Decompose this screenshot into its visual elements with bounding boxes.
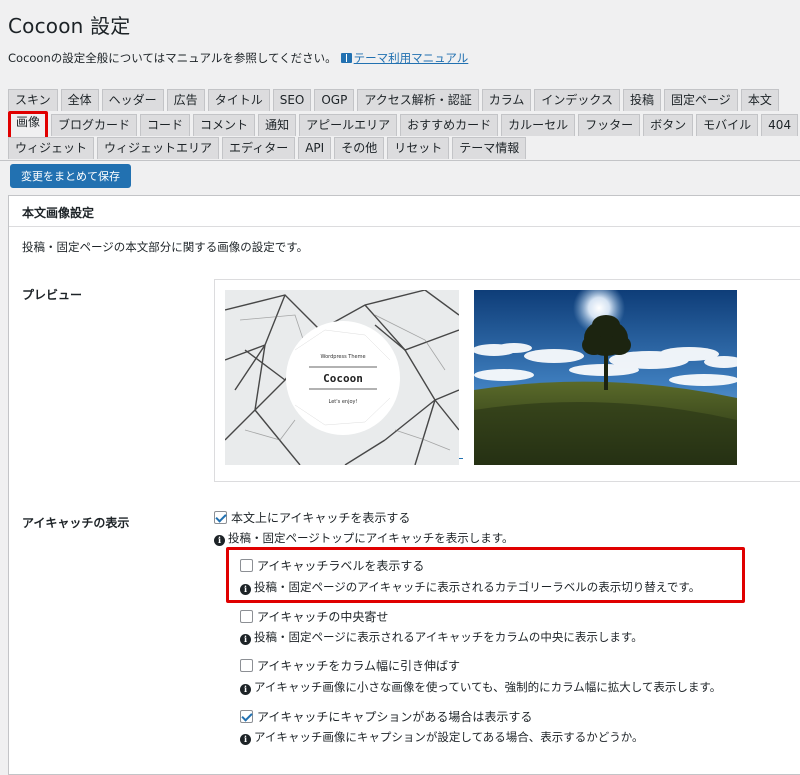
thumb-tagline: Let's enjoy! xyxy=(329,399,358,405)
preview-image-tree xyxy=(474,290,737,465)
tab-notice[interactable]: 通知 xyxy=(258,114,297,136)
tab-api[interactable]: API xyxy=(298,137,332,159)
tab-general[interactable]: 全体 xyxy=(60,89,99,111)
intro-text: Cocoonの設定全般についてはマニュアルを参照してください。 xyxy=(8,51,337,65)
tabs-row-3: ウィジェット ウィジェットエリア エディター API その他 リセット テーマ情報 xyxy=(8,137,529,159)
page-title: Cocoon 設定 xyxy=(8,14,131,38)
tab-ogp[interactable]: OGP xyxy=(314,89,355,111)
option-info-text: 投稿・固定ページトップにアイキャッチを表示します。 xyxy=(228,531,514,545)
checkbox-center-eyecatch[interactable] xyxy=(240,610,253,623)
info-icon: i xyxy=(214,535,225,546)
option-show-eyecatch[interactable]: 本文上にアイキャッチを表示する xyxy=(214,509,410,526)
tab-header[interactable]: ヘッダー xyxy=(101,89,164,111)
save-all-button[interactable]: 変更をまとめて保存 xyxy=(10,164,131,188)
network-graphic: Wordpress Theme Cocoon Let's enjoy! xyxy=(225,290,459,465)
info-icon: i xyxy=(240,734,251,745)
tab-mobile[interactable]: モバイル xyxy=(696,114,759,136)
tab-recommend[interactable]: おすすめカード xyxy=(400,114,499,136)
option-info: i 投稿・固定ページに表示されるアイキャッチをカラムの中央に表示します。 xyxy=(240,629,643,645)
tab-post[interactable]: 投稿 xyxy=(623,89,662,111)
option-info-text: アイキャッチ画像に小さな画像を使っていても、強制的にカラム幅に拡大して表示します… xyxy=(254,680,722,694)
option-label: アイキャッチにキャプションがある場合は表示する xyxy=(257,710,533,724)
tab-blogcard[interactable]: ブログカード xyxy=(51,114,138,136)
tab-appeal[interactable]: アピールエリア xyxy=(299,114,398,136)
tab-comment[interactable]: コメント xyxy=(193,114,256,136)
option-info-text: 投稿・固定ページに表示されるアイキャッチをカラムの中央に表示します。 xyxy=(254,630,643,644)
tab-widget-area[interactable]: ウィジェットエリア xyxy=(97,137,220,159)
section-divider xyxy=(9,226,800,227)
tab-column[interactable]: カラム xyxy=(481,89,532,111)
tab-editor[interactable]: エディター xyxy=(222,137,296,159)
option-label: 本文上にアイキャッチを表示する xyxy=(231,511,411,525)
option-label: アイキャッチの中央寄せ xyxy=(257,610,389,624)
tab-analytics[interactable]: アクセス解析・認証 xyxy=(357,89,479,111)
tab-skin[interactable]: スキン xyxy=(8,89,58,111)
info-icon: i xyxy=(240,684,251,695)
preview-label: プレビュー xyxy=(22,288,83,302)
eyecatch-label: アイキャッチの表示 xyxy=(22,516,130,530)
tab-button[interactable]: ボタン xyxy=(643,114,694,136)
tab-code[interactable]: コード xyxy=(140,114,191,136)
tab-title[interactable]: タイトル xyxy=(207,89,270,111)
image-link-underline xyxy=(459,458,463,459)
tree-landscape xyxy=(474,290,737,465)
checkbox-show-caption[interactable] xyxy=(240,710,253,723)
tab-other[interactable]: その他 xyxy=(334,137,385,159)
option-center-eyecatch[interactable]: アイキャッチの中央寄せ xyxy=(240,608,388,625)
tab-ads[interactable]: 広告 xyxy=(166,89,205,111)
option-stretch-eyecatch[interactable]: アイキャッチをカラム幅に引き伸ばす xyxy=(240,657,460,674)
tab-widget[interactable]: ウィジェット xyxy=(8,137,95,159)
tab-theme-info[interactable]: テーマ情報 xyxy=(452,137,527,159)
tab-footer[interactable]: フッター xyxy=(578,114,641,136)
tab-carousel[interactable]: カルーセル xyxy=(501,114,576,136)
option-show-caption[interactable]: アイキャッチにキャプションがある場合は表示する xyxy=(240,708,532,725)
tab-seo[interactable]: SEO xyxy=(272,89,312,111)
option-info: i アイキャッチ画像に小さな画像を使っていても、強制的にカラム幅に拡大して表示しま… xyxy=(240,679,721,695)
section-description: 投稿・固定ページの本文部分に関する画像の設定です。 xyxy=(22,240,309,254)
checkbox-stretch-eyecatch[interactable] xyxy=(240,659,253,672)
tab-body[interactable]: 本文 xyxy=(740,89,779,111)
tabs-row-2: 画像 ブログカード コード コメント 通知 アピールエリア おすすめカード カルーセル フッター… xyxy=(8,111,800,141)
manual-link[interactable]: テーマ利用マニュアル xyxy=(354,51,469,65)
tabs-divider xyxy=(0,160,800,161)
option-label: アイキャッチをカラム幅に引き伸ばす xyxy=(257,659,461,673)
section-title: 本文画像設定 xyxy=(22,206,95,220)
tabs-row-1: スキン 全体 ヘッダー 広告 タイトル SEO OGP アクセス解析・認証 カラム インデックス投… xyxy=(8,89,782,111)
info-icon: i xyxy=(240,634,251,645)
tab-reset[interactable]: リセット xyxy=(387,137,450,159)
tab-index[interactable]: インデックス xyxy=(534,89,621,111)
checkbox-show-eyecatch[interactable] xyxy=(214,511,227,524)
intro-line: Cocoonの設定全般についてはマニュアルを参照してください。 テーマ利用マニュア… xyxy=(8,50,468,66)
tab-page[interactable]: 固定ページ xyxy=(664,89,738,111)
option-info-text: アイキャッチ画像にキャプションが設定してある場合、表示するかどうか。 xyxy=(254,730,644,744)
tab-404[interactable]: 404 xyxy=(761,114,799,136)
thumb-subtitle: Wordpress Theme xyxy=(320,354,365,360)
option-info: i アイキャッチ画像にキャプションが設定してある場合、表示するかどうか。 xyxy=(240,729,644,745)
book-icon xyxy=(340,53,352,63)
option-info: i 投稿・固定ページトップにアイキャッチを表示します。 xyxy=(214,530,514,546)
preview-image-cocoon: Wordpress Theme Cocoon Let's enjoy! xyxy=(225,290,459,465)
thumb-title: Cocoon xyxy=(323,372,363,385)
highlight-box xyxy=(226,547,745,603)
